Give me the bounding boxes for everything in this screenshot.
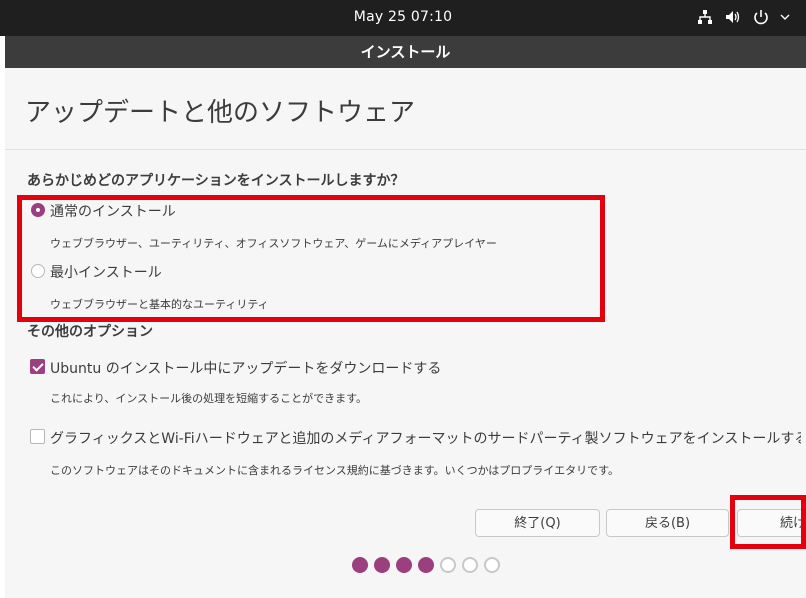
- normal-install-label[interactable]: 通常のインストール: [50, 201, 176, 221]
- progress-dot: [462, 557, 478, 573]
- minimal-install-description: ウェブブラウザーと基本的なユーティリティ: [50, 298, 269, 311]
- progress-dot: [396, 557, 412, 573]
- continue-button[interactable]: 続ける: [737, 509, 806, 537]
- minimal-install-label[interactable]: 最小インストール: [50, 262, 162, 282]
- minimal-install-radio[interactable]: [31, 264, 45, 278]
- third-party-software-label[interactable]: グラフィックスとWi-Fiハードウェアと追加のメディアフォーマットのサードパーテ…: [50, 428, 801, 448]
- progress-dot: [374, 557, 390, 573]
- installer-window: インストール アップデートと他のソフトウェア あらかじめどのアプリケーションをイ…: [5, 36, 806, 598]
- power-icon[interactable]: [752, 8, 770, 26]
- third-party-software-checkbox[interactable]: [30, 429, 45, 444]
- download-updates-description: これにより、インストール後の処理を短縮することができます。: [50, 392, 368, 405]
- network-icon[interactable]: [696, 8, 714, 26]
- system-top-bar: May 25 07:10: [0, 0, 806, 36]
- download-updates-label[interactable]: Ubuntu のインストール中にアップデートをダウンロードする: [50, 358, 441, 378]
- install-type-question: あらかじめどのアプリケーションをインストールしますか？: [27, 173, 405, 189]
- third-party-software-description: このソフトウェアはそのドキュメントに含まれるライセンス規約に基づきます。いくつか…: [50, 464, 620, 477]
- clock[interactable]: May 25 07:10: [0, 9, 806, 25]
- page-title: アップデートと他のソフトウェア: [25, 98, 416, 128]
- progress-dot: [484, 557, 500, 573]
- system-tray[interactable]: [696, 8, 790, 26]
- progress-dot: [440, 557, 456, 573]
- quit-button[interactable]: 終了(Q): [475, 509, 600, 537]
- progress-dot: [418, 557, 434, 573]
- chevron-down-icon[interactable]: [780, 8, 790, 26]
- normal-install-description: ウェブブラウザー、ユーティリティ、オフィスソフトウェア、ゲームにメディアプレイヤ…: [50, 237, 497, 250]
- other-options-title: その他のオプション: [27, 324, 153, 340]
- volume-icon[interactable]: [724, 8, 742, 26]
- divider: [5, 149, 806, 150]
- back-button[interactable]: 戻る(B): [606, 509, 729, 537]
- normal-install-radio[interactable]: [31, 203, 45, 217]
- download-updates-checkbox[interactable]: [30, 359, 45, 374]
- progress-dot: [352, 557, 368, 573]
- window-title: インストール: [5, 36, 806, 68]
- install-progress-dots: [352, 557, 500, 573]
